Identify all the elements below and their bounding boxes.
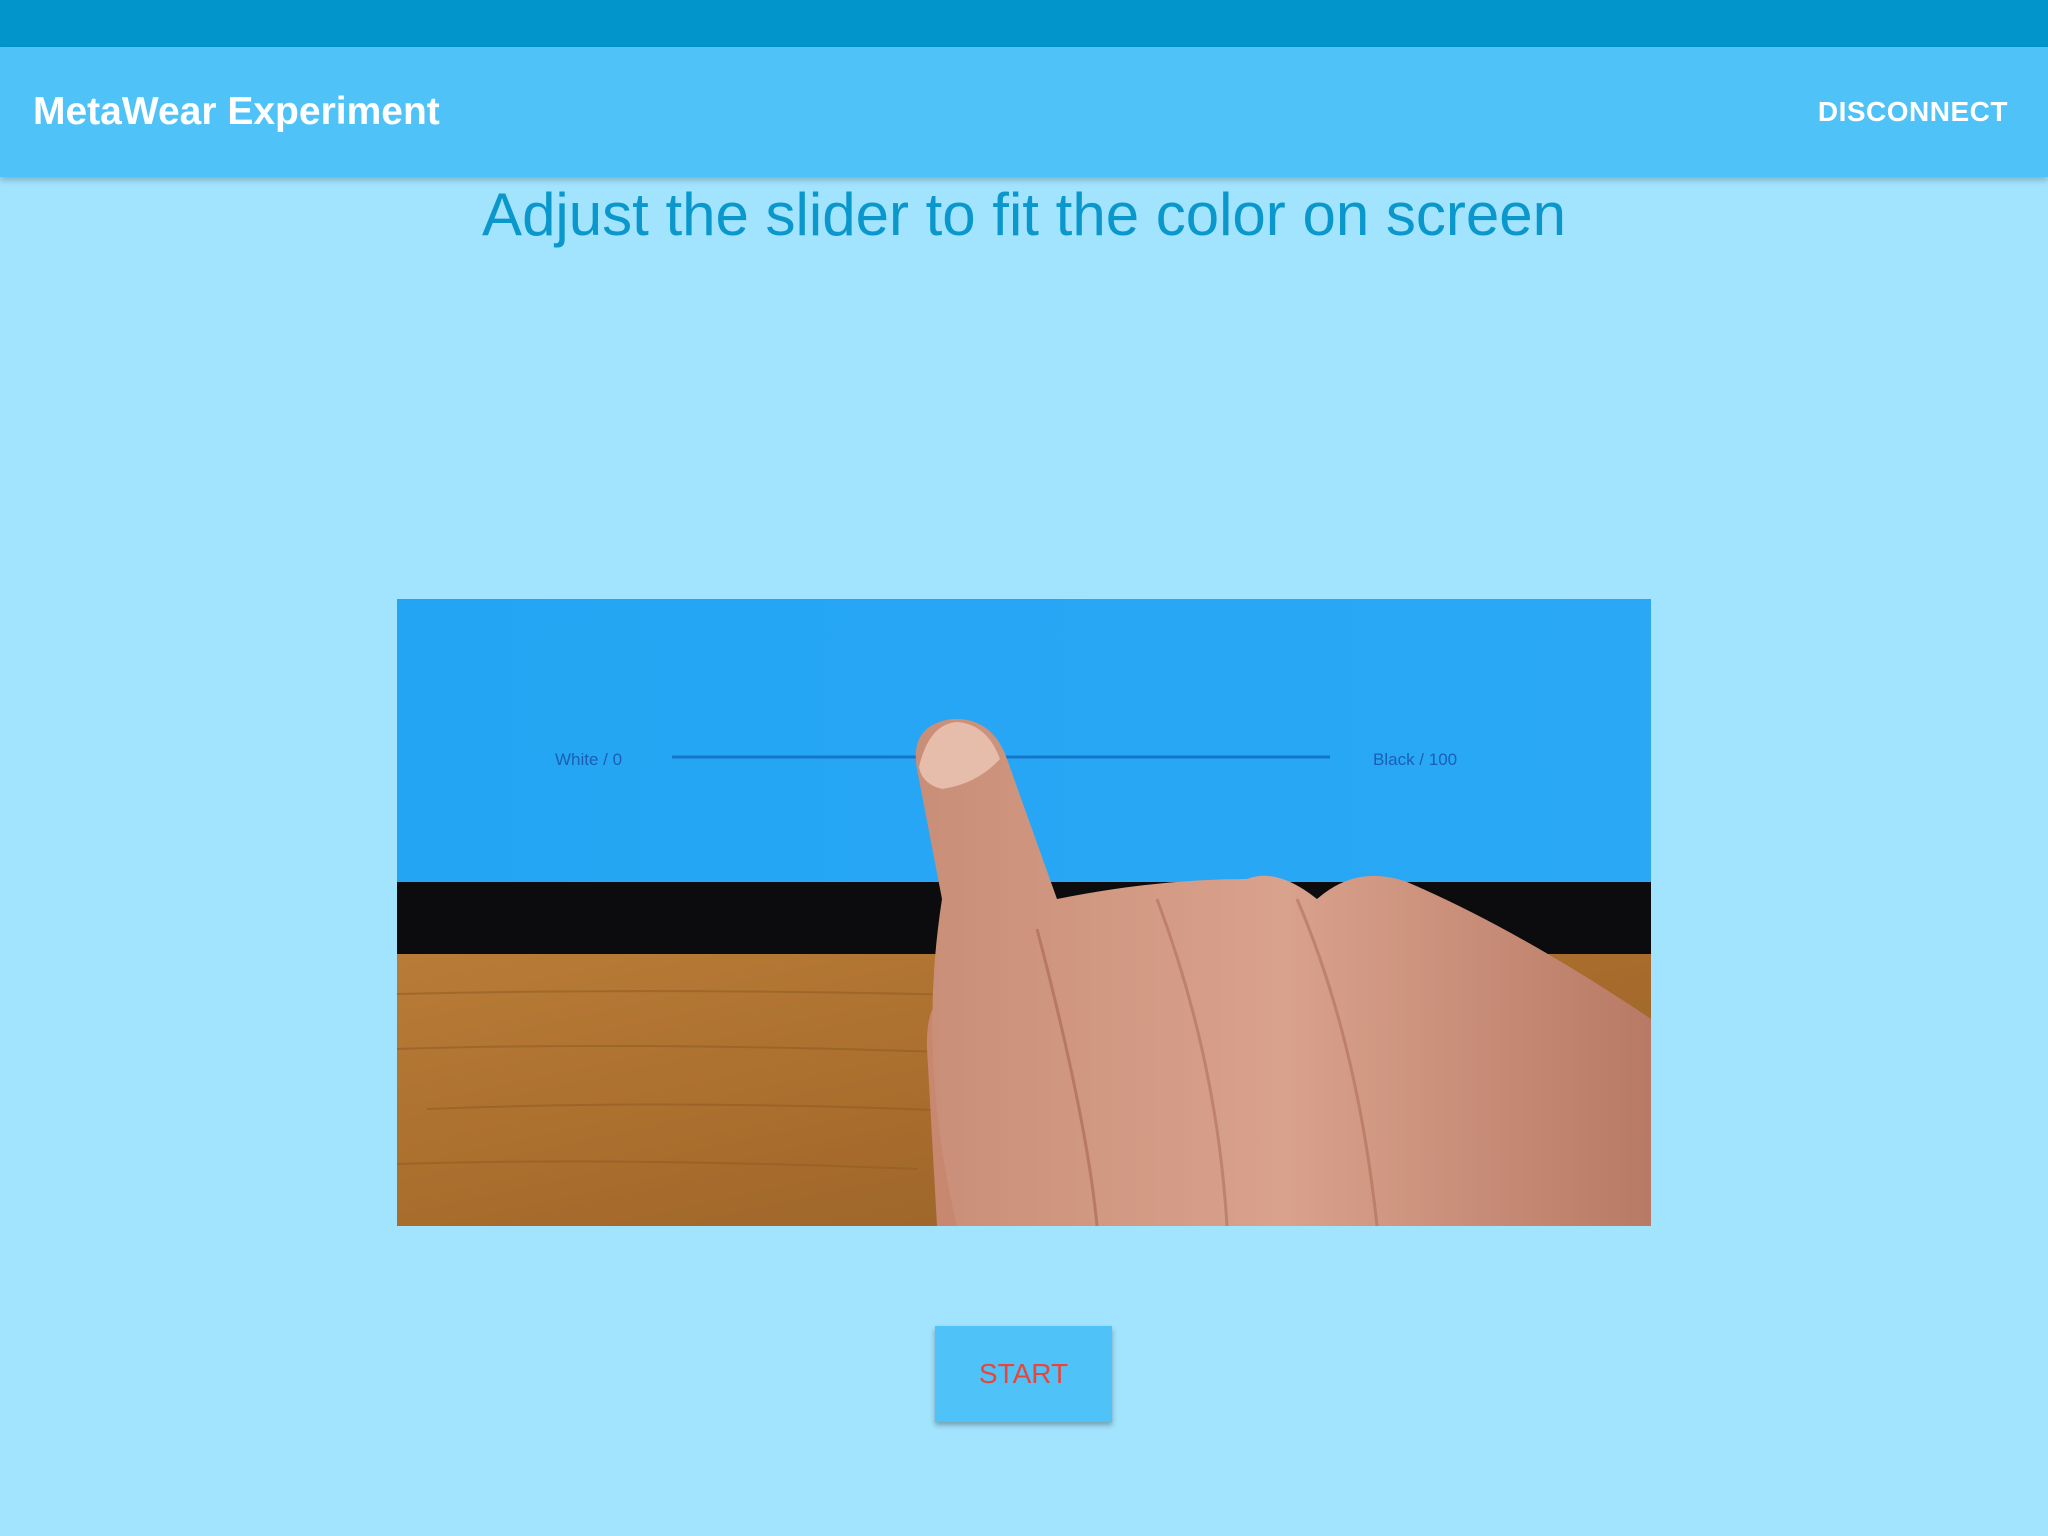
slider-right-label: Black / 100 xyxy=(1373,750,1457,769)
slider-left-label: White / 0 xyxy=(555,750,622,769)
demo-image: White / 0 Black / 100 xyxy=(397,599,1651,1226)
disconnect-button[interactable]: DISCONNECT xyxy=(1818,47,2008,177)
app-title: MetaWear Experiment xyxy=(33,90,440,133)
demo-image-illustration: White / 0 Black / 100 xyxy=(397,599,1651,1226)
app-bar: MetaWear Experiment DISCONNECT xyxy=(0,47,2048,177)
status-bar xyxy=(0,0,2048,47)
start-button[interactable]: START xyxy=(935,1326,1112,1422)
instruction-text: Adjust the slider to fit the color on sc… xyxy=(482,181,1566,248)
